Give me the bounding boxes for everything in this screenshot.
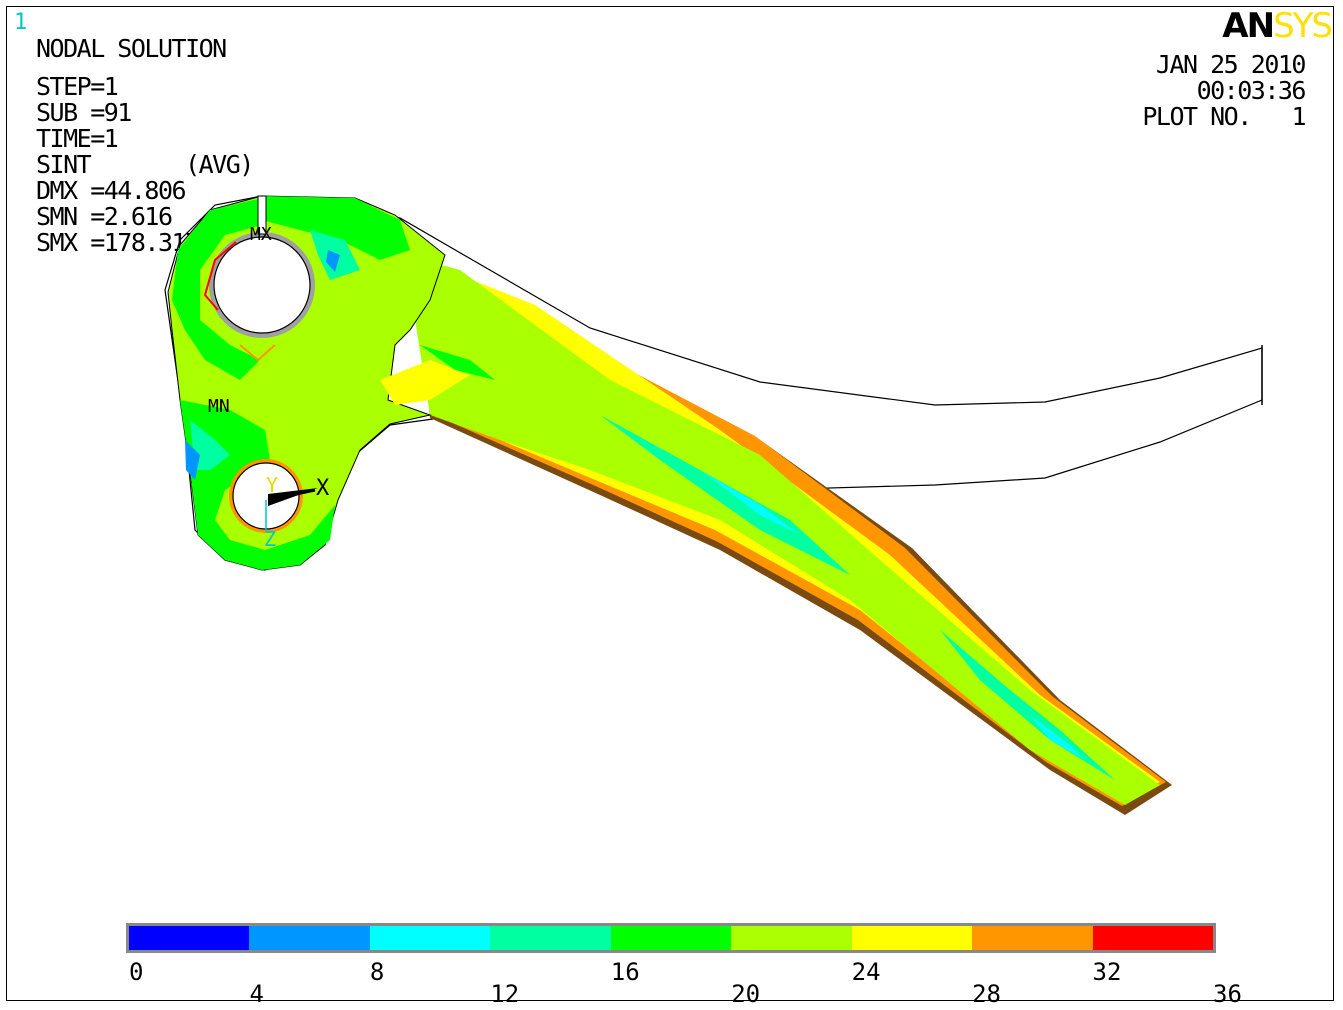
legend-swatch-8: [1092, 926, 1213, 950]
legend-swatch-5: [731, 926, 852, 950]
legend-label-top-4: 32: [1092, 958, 1122, 986]
legend-label-top-2: 16: [610, 958, 640, 986]
legend-swatch-4: [610, 926, 732, 950]
legend-swatch-6: [851, 926, 973, 950]
legend-label-bottom-4: 36: [1213, 980, 1242, 1008]
legend-label-top-1: 8: [369, 958, 385, 986]
contour-legend-bar: [126, 923, 1216, 953]
legend-label-top-0: 0: [129, 958, 144, 986]
legend-swatch-7: [972, 926, 1093, 950]
triad-z-label: Z: [264, 527, 276, 551]
triad-y-label: Y: [266, 473, 278, 497]
legend-label-bottom-2: 20: [731, 980, 761, 1008]
legend-swatch-1: [249, 926, 370, 950]
mx-marker: MX: [250, 224, 272, 245]
upper-hole: [213, 236, 311, 334]
legend-label-top-3: 24: [851, 958, 881, 986]
legend-label-bottom-3: 28: [972, 980, 1002, 1008]
legend-label-bottom-1: 12: [490, 980, 520, 1008]
legend-swatch-2: [369, 926, 491, 950]
legend-swatch-0: [129, 926, 250, 950]
triad-x-label: X: [316, 476, 330, 501]
legend-swatch-3: [490, 926, 611, 950]
mn-marker: MN: [208, 396, 230, 417]
contour-model: MX MN Y X Z: [164, 195, 1263, 815]
legend-label-bottom-0: 4: [249, 980, 264, 1008]
